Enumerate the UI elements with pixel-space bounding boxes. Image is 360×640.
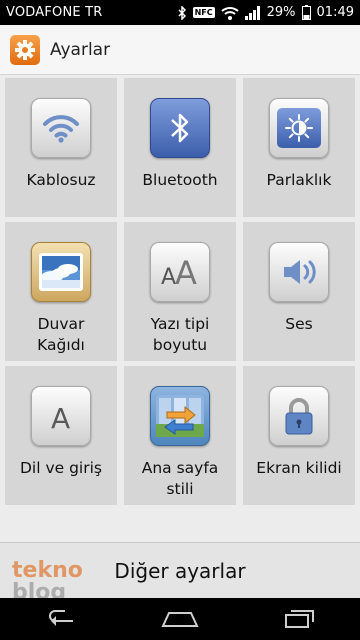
tile-label: Ses [285,315,313,333]
tile-label: Ekran kilidi [256,459,342,477]
tile-home-style[interactable]: Ana sayfa stili [124,366,236,505]
speaker-icon [269,242,329,302]
tile-label: Kablosuz [26,171,96,189]
tile-font-size[interactable]: A A Yazı tipi boyutu [124,222,236,361]
battery-icon [301,5,311,20]
tile-label: Dil ve giriş [19,459,102,477]
language-icon: A [31,386,91,446]
svg-text:A: A [161,265,176,290]
tile-brightness[interactable]: Parlaklık [243,78,355,217]
status-bar: VODAFONE TR NFC 29% 01:49 [0,0,360,25]
clock: 01:49 [316,5,354,20]
svg-text:A: A [175,254,197,290]
tile-label: Yazı tipi boyutu [150,315,210,354]
tile-screen-lock[interactable]: Ekran kilidi [243,366,355,505]
settings-gear-icon[interactable] [10,34,40,65]
tile-label: Ana sayfa stili [141,459,219,498]
more-settings-button[interactable]: Diğer ayarlar [114,559,245,583]
action-bar: Ayarlar [0,25,360,75]
signal-icon [244,5,261,20]
home-style-icon [150,386,210,446]
carrier-name: VODAFONE TR [6,5,103,20]
back-icon[interactable] [35,601,85,637]
brightness-icon [269,98,329,158]
navigation-bar [0,598,360,640]
battery-percentage: 29% [266,5,296,20]
svg-text:A: A [51,402,70,434]
recents-icon[interactable] [275,601,325,637]
wifi-icon [31,98,91,158]
bluetooth-icon [150,98,210,158]
tile-wallpaper[interactable]: Duvar Kağıdı [5,222,117,361]
lock-icon [269,386,329,446]
tile-sound[interactable]: Ses [243,222,355,361]
tile-wireless[interactable]: Kablosuz [5,78,117,217]
home-icon[interactable] [155,601,205,637]
wallpaper-icon [31,242,91,302]
tile-label: Parlaklık [266,171,332,189]
status-icons: NFC 29% 01:49 [177,5,354,20]
wifi-status-icon [220,6,239,20]
page-title: Ayarlar [50,39,111,60]
settings-grid: Kablosuz Bluetooth Parlaklık Duvar Kağıd… [5,78,355,505]
tile-label: Bluetooth [142,171,218,189]
tile-bluetooth[interactable]: Bluetooth [124,78,236,217]
nfc-icon: NFC [192,7,215,18]
tile-language[interactable]: A Dil ve giriş [5,366,117,505]
font-size-icon: A A [150,242,210,302]
tile-label: Duvar Kağıdı [37,315,85,354]
bluetooth-status-icon [177,5,187,20]
